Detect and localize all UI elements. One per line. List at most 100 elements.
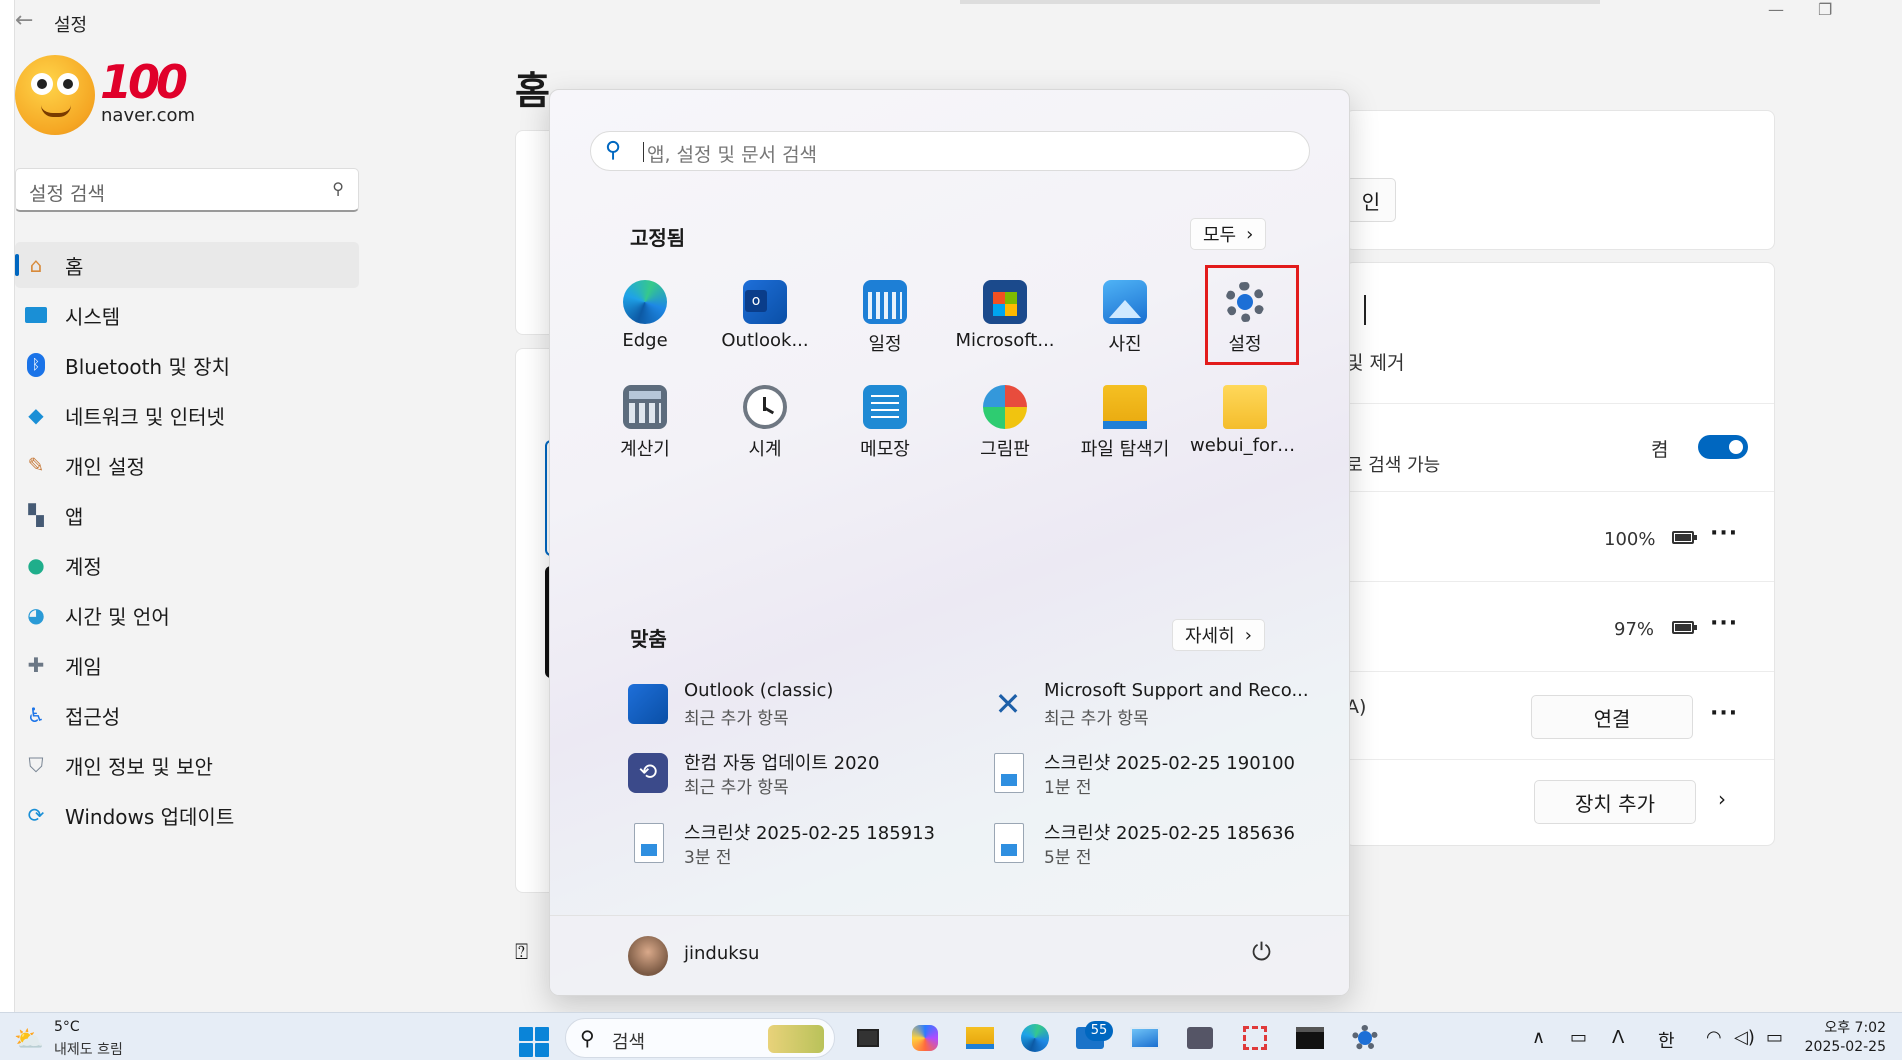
pen-icon[interactable]: Λ — [1612, 1027, 1624, 1048]
add-device-button[interactable]: 장치 추가 — [1534, 780, 1696, 824]
sidebar-item-personalization[interactable]: ✎ 개인 설정 — [15, 442, 359, 488]
snipping-tool-icon[interactable] — [1238, 1021, 1272, 1055]
bluetooth-toggle[interactable] — [1698, 435, 1748, 459]
image-file-icon — [634, 823, 664, 863]
paint-icon — [983, 385, 1027, 429]
pinned-app-store[interactable]: Microsoft... — [950, 280, 1060, 351]
pinned-app-clock[interactable]: 시계 — [710, 385, 820, 461]
device-1-battery: 100% — [1604, 529, 1656, 550]
clock[interactable]: 오후 7:02 2025-02-25 — [1805, 1019, 1886, 1057]
feedback-icon[interactable]: ⍰ — [515, 940, 528, 965]
rec-name: 한컴 자동 업데이트 2020 — [684, 753, 880, 774]
power-icon[interactable]: ⏻ — [1252, 938, 1271, 966]
folder-icon — [1223, 385, 1267, 429]
pinned-app-edge[interactable]: Edge — [590, 280, 700, 351]
sidebar-item-label: 네트워크 및 인터넷 — [65, 404, 225, 429]
pinned-app-webui-forge[interactable]: webui_forge... — [1190, 385, 1300, 456]
sidebar-item-time-language[interactable]: ◕ 시간 및 언어 — [15, 592, 359, 638]
edge-icon[interactable] — [1018, 1021, 1052, 1055]
avatar[interactable] — [628, 936, 668, 976]
brush-icon: ✎ — [27, 453, 45, 477]
update-icon: ⟳ — [27, 803, 45, 827]
chevron-right-icon: › — [1244, 624, 1252, 646]
pinned-app-notepad[interactable]: 메모장 — [830, 385, 940, 461]
recommended-item[interactable]: 스크린샷 2025-02-25 185636 5분 전 — [988, 819, 1308, 869]
terminal-icon[interactable] — [1293, 1021, 1327, 1055]
back-arrow-icon[interactable]: ← — [15, 8, 33, 33]
pinned-app-photos[interactable]: 사진 — [1070, 280, 1180, 356]
app-label: 그림판 — [980, 439, 1030, 460]
pinned-app-calendar[interactable]: 일정 — [830, 280, 940, 356]
sidebar-item-label: 앱 — [65, 504, 84, 529]
sidebar-item-accounts[interactable]: ● 계정 — [15, 542, 359, 588]
photos-app-icon[interactable] — [1128, 1021, 1162, 1055]
sidebar-item-privacy[interactable]: ⛉ 개인 정보 및 보안 — [15, 742, 359, 788]
rec-name: 스크린샷 2025-02-25 185636 — [1044, 823, 1296, 844]
outlook-icon: o — [743, 280, 787, 324]
settings-highlight-box — [1205, 265, 1299, 365]
windows-start-icon[interactable] — [519, 1027, 549, 1057]
app-label: 사진 — [1108, 334, 1142, 355]
sidebar-item-bluetooth[interactable]: ᛒ Bluetooth 및 장치 — [15, 342, 359, 388]
chevron-right-icon[interactable]: › — [1718, 787, 1726, 811]
notepad-icon — [863, 385, 907, 429]
rec-name: 스크린샷 2025-02-25 190100 — [1044, 753, 1296, 774]
app-label: Edge — [622, 330, 668, 351]
taskbar-search[interactable]: ⚲ 검색 — [565, 1018, 835, 1058]
rec-sub: 1분 전 — [1044, 778, 1092, 798]
app-label: 파일 탐색기 — [1080, 439, 1170, 460]
ime-indicator[interactable]: 한 — [1658, 1027, 1675, 1053]
recommended-item[interactable]: ⟲ 한컴 자동 업데이트 2020 최근 추가 항목 — [628, 749, 948, 799]
sidebar-item-home[interactable]: ⌂ 홈 — [15, 242, 359, 288]
sidebar-item-apps[interactable]: ▚ 앱 — [15, 492, 359, 538]
sidebar-item-windows-update[interactable]: ⟳ Windows 업데이트 — [15, 792, 359, 838]
app-label: 일정 — [868, 334, 902, 355]
discoverable-text: 로 검색 가능 — [1346, 455, 1441, 476]
chevron-up-icon[interactable]: ∧ — [1532, 1027, 1545, 1048]
pinned-app-calculator[interactable]: 계산기 — [590, 385, 700, 461]
more-options-icon[interactable]: ··· — [1710, 701, 1738, 726]
battery-tray-icon[interactable]: ▭ — [1766, 1027, 1783, 1048]
settings-gear-icon[interactable] — [1348, 1021, 1382, 1055]
profile-email: naver.com — [101, 105, 196, 126]
recommended-item[interactable]: 스크린샷 2025-02-25 185913 3분 전 — [628, 819, 948, 869]
profile-badge: 100 — [100, 55, 188, 109]
sidebar-item-system[interactable]: 시스템 — [15, 292, 359, 338]
app-label: 계산기 — [620, 439, 670, 460]
minimize-icon[interactable]: — — [1768, 0, 1784, 19]
sidebar-item-label: 게임 — [65, 654, 102, 679]
sidebar-nav: ⌂ 홈 시스템 ᛒ Bluetooth 및 장치 ◆ 네트워크 및 인터넷 ✎ 개인 설… — [15, 242, 359, 842]
wifi-icon[interactable]: ◠ — [1706, 1027, 1722, 1048]
connect-button[interactable]: 연결 — [1531, 695, 1693, 739]
copilot-icon[interactable] — [908, 1021, 942, 1055]
accessibility-icon: ♿ — [27, 703, 45, 727]
more-options-icon[interactable]: ··· — [1710, 521, 1738, 546]
calculator-icon — [623, 385, 667, 429]
all-apps-button[interactable]: 모두 › — [1190, 218, 1267, 250]
pinned-app-paint[interactable]: 그림판 — [950, 385, 1060, 461]
user-name[interactable]: jinduksu — [684, 943, 759, 964]
partial-button[interactable]: 인 — [1346, 178, 1396, 222]
recommended-item[interactable]: 스크린샷 2025-02-25 190100 1분 전 — [988, 749, 1308, 799]
shield-icon: ⛉ — [28, 753, 44, 777]
task-view-icon[interactable] — [851, 1021, 885, 1055]
pinned-app-outlook[interactable]: o Outlook... — [710, 280, 820, 351]
display-icon[interactable]: ▭ — [1570, 1027, 1587, 1048]
sidebar-item-network[interactable]: ◆ 네트워크 및 인터넷 — [15, 392, 359, 438]
settings-search-input[interactable]: 설정 검색 ⚲ — [15, 168, 359, 212]
more-button[interactable]: 자세히 › — [1172, 619, 1265, 651]
file-explorer-icon[interactable] — [963, 1021, 997, 1055]
recommended-item[interactable]: Outlook (classic) 최근 추가 항목 — [628, 680, 948, 730]
more-options-icon[interactable]: ··· — [1710, 611, 1738, 636]
clock-date: 2025-02-25 — [1804, 1039, 1886, 1055]
store-icon — [983, 280, 1027, 324]
volume-icon[interactable]: ◁) — [1734, 1027, 1755, 1048]
recommended-item[interactable]: ✕ Microsoft Support and Reco... 최근 추가 항목 — [988, 680, 1309, 730]
installer-icon[interactable] — [1183, 1021, 1217, 1055]
start-search-input[interactable]: ⚲ 앱, 설정 및 문서 검색 — [590, 131, 1310, 171]
sidebar-item-accessibility[interactable]: ♿ 접근성 — [15, 692, 359, 738]
recommended-title: 맞춤 — [630, 627, 667, 651]
restore-icon[interactable]: ❐ — [1818, 0, 1832, 19]
pinned-app-file-explorer[interactable]: 파일 탐색기 — [1070, 385, 1180, 461]
sidebar-item-gaming[interactable]: ✚ 게임 — [15, 642, 359, 688]
